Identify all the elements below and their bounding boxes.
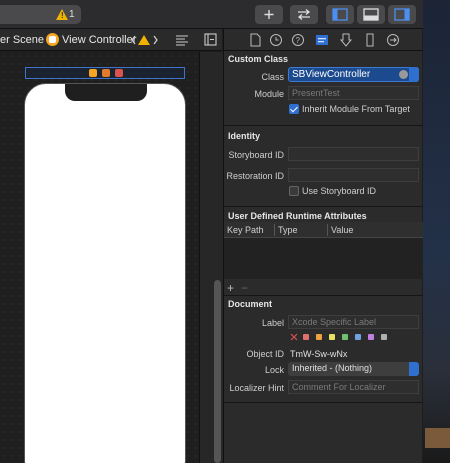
- inspector-tabs: ?: [224, 29, 423, 51]
- left-panel-icon: [332, 8, 348, 21]
- class-dropdown-button[interactable]: [409, 67, 419, 82]
- toolbar: ! 1: [0, 0, 423, 29]
- use-storyboard-id-checkbox[interactable]: [289, 186, 299, 196]
- desktop-background: [423, 0, 450, 463]
- add-library-button[interactable]: [255, 5, 283, 24]
- color-swatch-red[interactable]: [303, 334, 309, 340]
- lock-popup[interactable]: Inherited - (Nothing): [288, 362, 419, 376]
- col-type[interactable]: Type: [278, 225, 298, 235]
- lock-label: Lock: [264, 365, 284, 375]
- add-attribute-button[interactable]: +: [227, 281, 234, 295]
- color-swatch-green[interactable]: [342, 334, 348, 340]
- interface-builder-canvas[interactable]: [0, 52, 199, 463]
- file-icon[interactable]: [248, 33, 262, 47]
- size-icon[interactable]: [363, 33, 377, 47]
- col-value[interactable]: Value: [331, 225, 353, 235]
- remove-attribute-button[interactable]: −: [241, 281, 248, 295]
- doc-label-field[interactable]: Xcode Specific Label: [288, 315, 419, 329]
- view-controller-icon: [46, 33, 59, 46]
- object-id-label: Object ID: [246, 349, 284, 359]
- inherit-module-checkbox[interactable]: [289, 104, 299, 114]
- module-field[interactable]: PresentTest: [288, 86, 419, 100]
- class-label: Class: [261, 72, 284, 82]
- color-swatch-blue[interactable]: [355, 334, 361, 340]
- identity-title: Identity: [228, 131, 261, 141]
- document-title: Document: [228, 299, 273, 309]
- identity-inspector: ? Custom Class Class SBViewController Mo…: [223, 29, 423, 463]
- history-icon[interactable]: [269, 33, 283, 47]
- breadcrumb-view-controller[interactable]: View Controller: [62, 34, 136, 46]
- use-storyboard-id-label: Use Storyboard ID: [302, 186, 377, 196]
- lock-value: Inherited - (Nothing): [292, 363, 373, 373]
- breadcrumb-scene[interactable]: er Scene: [0, 34, 44, 46]
- plus-icon: [264, 10, 274, 19]
- localizer-hint-label: Localizer Hint: [229, 383, 284, 393]
- class-field[interactable]: SBViewController: [288, 67, 419, 82]
- bottom-panel-icon: [363, 8, 379, 21]
- code-review-button[interactable]: [290, 5, 318, 24]
- desktop-thumbnail[interactable]: [425, 428, 450, 448]
- canvas-scrollbar[interactable]: [199, 52, 223, 463]
- class-value: SBViewController: [292, 69, 371, 80]
- nav-warning[interactable]: [130, 33, 160, 47]
- lock-dropdown-icon: [409, 362, 419, 376]
- runtime-attributes-title: User Defined Runtime Attributes: [228, 211, 367, 221]
- toggle-navigator-button[interactable]: [326, 5, 354, 24]
- connections-icon[interactable]: [386, 33, 400, 47]
- restoration-id-label: Restoration ID: [226, 171, 284, 181]
- exit-icon[interactable]: [115, 69, 123, 77]
- object-id-value: TmW-Sw-wNx: [290, 349, 348, 359]
- help-icon[interactable]: ?: [291, 33, 305, 47]
- toggle-inspector-button[interactable]: [388, 5, 416, 24]
- scrollbar-thumb[interactable]: [214, 280, 221, 463]
- color-swatch-gray[interactable]: [381, 334, 387, 340]
- activity-status[interactable]: ! 1: [0, 5, 81, 24]
- warning-icon: [138, 35, 150, 45]
- attributes-icon[interactable]: [339, 33, 353, 47]
- col-key-path[interactable]: Key Path: [227, 225, 264, 235]
- go-to-class-icon[interactable]: [399, 70, 408, 79]
- toggle-debug-area-button[interactable]: [357, 5, 385, 24]
- jump-bar: er Scene View Controller: [0, 29, 222, 51]
- adjust-editor-options-icon[interactable]: [175, 33, 189, 47]
- inherit-module-label: Inherit Module From Target: [302, 104, 410, 114]
- scene-dock[interactable]: [25, 67, 185, 79]
- first-responder-icon[interactable]: [102, 69, 110, 77]
- add-editor-icon[interactable]: [204, 33, 218, 47]
- color-swatch-purple[interactable]: [368, 334, 374, 340]
- svg-text:?: ?: [296, 36, 301, 45]
- swap-arrows-icon: [297, 9, 311, 20]
- storyboard-id-label: Storyboard ID: [228, 150, 284, 160]
- color-swatch-yellow[interactable]: [329, 334, 335, 340]
- color-swatch-orange[interactable]: [316, 334, 322, 340]
- storyboard-id-field[interactable]: [288, 147, 419, 161]
- xcode-window: ! 1 er Scene View Controller ? Custom Cl…: [0, 0, 450, 463]
- identity-icon[interactable]: [315, 33, 329, 47]
- runtime-attributes-table[interactable]: [224, 238, 423, 279]
- runtime-attributes-header: Key Path Type Value: [224, 222, 423, 238]
- chevron-left-icon: [131, 35, 136, 45]
- restoration-id-field[interactable]: [288, 168, 419, 182]
- custom-class-title: Custom Class: [228, 54, 289, 64]
- view-controller-icon[interactable]: [89, 69, 97, 77]
- device-notch: [65, 84, 147, 101]
- module-label: Module: [254, 89, 284, 99]
- no-color-icon[interactable]: [290, 333, 298, 341]
- chevron-right-icon: [153, 35, 158, 45]
- right-panel-icon: [394, 8, 410, 21]
- warning-count: 1: [69, 9, 75, 20]
- localizer-hint-field[interactable]: Comment For Localizer: [288, 380, 419, 394]
- doc-label-label: Label: [261, 318, 284, 328]
- device-screen[interactable]: [24, 83, 186, 463]
